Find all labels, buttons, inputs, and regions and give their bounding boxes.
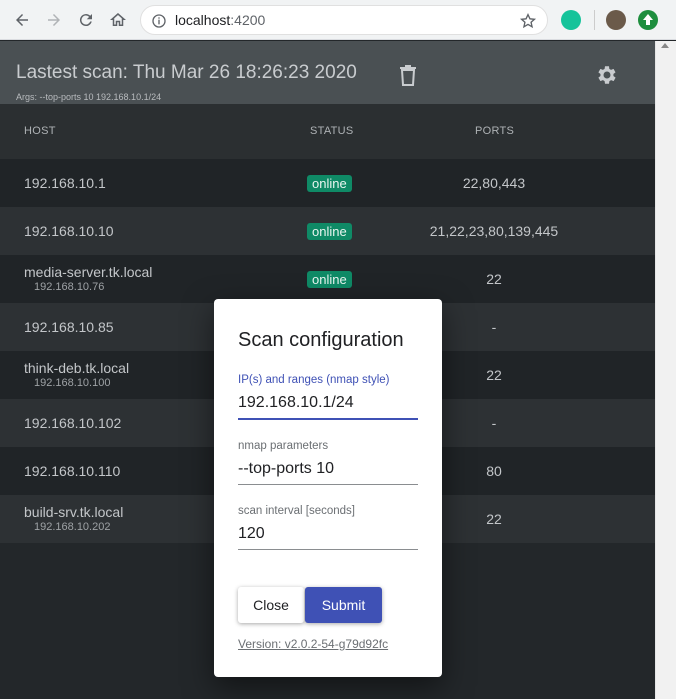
host-name: media-server.tk.local (24, 264, 153, 280)
host-name: 192.168.10.1 (24, 175, 106, 191)
scan-args: Args: --top-ports 10 192.168.10.1/24 (16, 92, 162, 102)
arrow-right-icon (48, 14, 60, 26)
host-ip: 192.168.10.202 (34, 521, 111, 533)
grammarly-extension-icon[interactable] (561, 10, 581, 30)
submit-button[interactable]: Submit (305, 587, 382, 623)
ports-cell: 22,80,443 (462, 175, 526, 191)
scan-interval-input[interactable] (238, 522, 418, 546)
update-icon[interactable] (638, 10, 658, 30)
host-name: 192.168.10.10 (24, 223, 114, 239)
table-header: HOST STATUS PORTS (0, 104, 655, 159)
host-name: 192.168.10.110 (24, 463, 121, 479)
dialog-title: Scan configuration (238, 329, 404, 351)
host-name: think-deb.tk.local (24, 360, 130, 376)
nmap-parameters-label: nmap parameters (238, 440, 329, 452)
host-name: 192.168.10.102 (24, 415, 122, 431)
trash-icon[interactable] (398, 64, 418, 86)
toolbar-divider (594, 10, 595, 30)
ip-ranges-label: IP(s) and ranges (nmap style) (238, 374, 390, 386)
host-name: 192.168.10.85 (24, 319, 114, 335)
back-button[interactable] (10, 8, 34, 32)
home-icon (110, 13, 126, 26)
home-button[interactable] (106, 8, 130, 32)
version-link[interactable]: Version: v2.0.2-54-g79d92fc (238, 637, 388, 651)
ports-cell: 21,22,23,80,139,445 (429, 223, 559, 239)
scan-interval-underline (238, 549, 418, 550)
browser-toolbar: localhost:4200 (0, 0, 676, 40)
star-icon[interactable] (519, 12, 537, 30)
info-icon[interactable] (151, 13, 167, 29)
scroll-up-arrow-icon[interactable] (661, 43, 669, 48)
status-badge: online (307, 271, 352, 288)
scan-header: Lastest scan: Thu Mar 26 18:26:23 2020 A… (0, 41, 655, 104)
column-header-ports[interactable]: PORTS (475, 125, 514, 137)
ports-cell: 22 (486, 271, 502, 287)
scan-configuration-dialog: Scan configuration IP(s) and ranges (nma… (214, 299, 442, 677)
host-name: build-srv.tk.local (24, 504, 124, 520)
arrow-left-icon (16, 14, 28, 26)
close-button[interactable]: Close (238, 587, 304, 623)
ip-ranges-underline (238, 418, 418, 420)
gear-icon[interactable] (595, 63, 619, 87)
column-header-host[interactable]: HOST (24, 125, 56, 137)
nmap-parameters-underline (238, 484, 418, 485)
table-row[interactable]: 192.168.10.10 online 21,22,23,80,139,445 (0, 207, 655, 255)
host-ip: 192.168.10.76 (34, 281, 105, 293)
ip-ranges-input[interactable] (238, 391, 418, 415)
forward-button[interactable] (42, 8, 66, 32)
page-scrollbar[interactable] (655, 41, 676, 699)
nmap-parameters-input[interactable] (238, 457, 418, 481)
table-row[interactable]: media-server.tk.local 192.168.10.76 onli… (0, 255, 655, 303)
scan-interval-label: scan interval [seconds] (238, 505, 355, 517)
host-ip: 192.168.10.100 (34, 377, 111, 389)
reload-icon (79, 14, 92, 27)
address-bar[interactable]: localhost:4200 (140, 5, 548, 35)
column-header-status[interactable]: STATUS (310, 125, 354, 137)
avatar[interactable] (606, 10, 626, 30)
table-row[interactable]: 192.168.10.1 online 22,80,443 (0, 159, 655, 207)
status-badge: online (307, 175, 352, 192)
url-text: localhost:4200 (175, 12, 266, 28)
reload-button[interactable] (74, 8, 98, 32)
status-badge: online (307, 223, 352, 240)
scan-title: Lastest scan: Thu Mar 26 18:26:23 2020 (16, 62, 357, 83)
